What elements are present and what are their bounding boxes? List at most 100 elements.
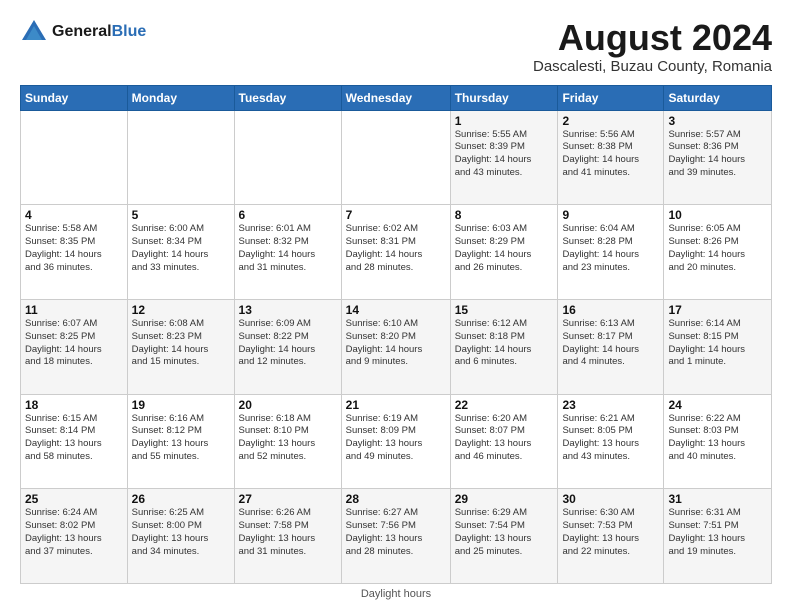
calendar-cell: 6Sunrise: 6:01 AM Sunset: 8:32 PM Daylig…: [234, 205, 341, 300]
day-number: 19: [132, 398, 230, 412]
day-info: Sunrise: 6:01 AM Sunset: 8:32 PM Dayligh…: [239, 223, 337, 274]
day-number: 20: [239, 398, 337, 412]
day-number: 9: [562, 208, 659, 222]
day-number: 1: [455, 114, 554, 128]
day-info: Sunrise: 6:08 AM Sunset: 8:23 PM Dayligh…: [132, 318, 230, 369]
day-number: 10: [668, 208, 767, 222]
day-number: 13: [239, 303, 337, 317]
day-info: Sunrise: 6:19 AM Sunset: 8:09 PM Dayligh…: [346, 413, 446, 464]
day-number: 26: [132, 492, 230, 506]
day-info: Sunrise: 6:25 AM Sunset: 8:00 PM Dayligh…: [132, 507, 230, 558]
calendar-cell: [341, 110, 450, 205]
weekday-header-row: SundayMondayTuesdayWednesdayThursdayFrid…: [21, 85, 772, 110]
calendar-cell: 27Sunrise: 6:26 AM Sunset: 7:58 PM Dayli…: [234, 489, 341, 584]
day-info: Sunrise: 5:56 AM Sunset: 8:38 PM Dayligh…: [562, 129, 659, 180]
week-row-4: 18Sunrise: 6:15 AM Sunset: 8:14 PM Dayli…: [21, 394, 772, 489]
day-number: 17: [668, 303, 767, 317]
calendar-cell: 24Sunrise: 6:22 AM Sunset: 8:03 PM Dayli…: [664, 394, 772, 489]
calendar-cell: 31Sunrise: 6:31 AM Sunset: 7:51 PM Dayli…: [664, 489, 772, 584]
day-info: Sunrise: 6:10 AM Sunset: 8:20 PM Dayligh…: [346, 318, 446, 369]
calendar-cell: 20Sunrise: 6:18 AM Sunset: 8:10 PM Dayli…: [234, 394, 341, 489]
day-number: 16: [562, 303, 659, 317]
title-section: August 2024 Dascalesti, Buzau County, Ro…: [533, 18, 772, 75]
day-info: Sunrise: 5:55 AM Sunset: 8:39 PM Dayligh…: [455, 129, 554, 180]
day-info: Sunrise: 5:57 AM Sunset: 8:36 PM Dayligh…: [668, 129, 767, 180]
calendar-table: SundayMondayTuesdayWednesdayThursdayFrid…: [20, 85, 772, 584]
calendar-cell: 25Sunrise: 6:24 AM Sunset: 8:02 PM Dayli…: [21, 489, 128, 584]
day-info: Sunrise: 6:12 AM Sunset: 8:18 PM Dayligh…: [455, 318, 554, 369]
day-number: 3: [668, 114, 767, 128]
day-info: Sunrise: 6:29 AM Sunset: 7:54 PM Dayligh…: [455, 507, 554, 558]
week-row-1: 1Sunrise: 5:55 AM Sunset: 8:39 PM Daylig…: [21, 110, 772, 205]
calendar-cell: 4Sunrise: 5:58 AM Sunset: 8:35 PM Daylig…: [21, 205, 128, 300]
logo: GeneralBlue: [20, 18, 146, 46]
day-info: Sunrise: 6:07 AM Sunset: 8:25 PM Dayligh…: [25, 318, 123, 369]
page: GeneralBlue August 2024 Dascalesti, Buza…: [0, 0, 792, 612]
calendar-cell: [234, 110, 341, 205]
calendar-cell: 16Sunrise: 6:13 AM Sunset: 8:17 PM Dayli…: [558, 299, 664, 394]
day-info: Sunrise: 6:30 AM Sunset: 7:53 PM Dayligh…: [562, 507, 659, 558]
day-info: Sunrise: 6:18 AM Sunset: 8:10 PM Dayligh…: [239, 413, 337, 464]
week-row-5: 25Sunrise: 6:24 AM Sunset: 8:02 PM Dayli…: [21, 489, 772, 584]
footer-note: Daylight hours: [20, 588, 772, 600]
day-info: Sunrise: 6:14 AM Sunset: 8:15 PM Dayligh…: [668, 318, 767, 369]
day-info: Sunrise: 6:04 AM Sunset: 8:28 PM Dayligh…: [562, 223, 659, 274]
day-info: Sunrise: 6:21 AM Sunset: 8:05 PM Dayligh…: [562, 413, 659, 464]
calendar-cell: 15Sunrise: 6:12 AM Sunset: 8:18 PM Dayli…: [450, 299, 558, 394]
day-number: 4: [25, 208, 123, 222]
day-number: 14: [346, 303, 446, 317]
calendar-cell: 5Sunrise: 6:00 AM Sunset: 8:34 PM Daylig…: [127, 205, 234, 300]
day-number: 18: [25, 398, 123, 412]
day-info: Sunrise: 5:58 AM Sunset: 8:35 PM Dayligh…: [25, 223, 123, 274]
day-number: 28: [346, 492, 446, 506]
day-info: Sunrise: 6:02 AM Sunset: 8:31 PM Dayligh…: [346, 223, 446, 274]
day-number: 15: [455, 303, 554, 317]
calendar-cell: [21, 110, 128, 205]
day-info: Sunrise: 6:00 AM Sunset: 8:34 PM Dayligh…: [132, 223, 230, 274]
day-number: 6: [239, 208, 337, 222]
day-number: 21: [346, 398, 446, 412]
calendar-cell: 2Sunrise: 5:56 AM Sunset: 8:38 PM Daylig…: [558, 110, 664, 205]
day-number: 23: [562, 398, 659, 412]
calendar-cell: 18Sunrise: 6:15 AM Sunset: 8:14 PM Dayli…: [21, 394, 128, 489]
weekday-thursday: Thursday: [450, 85, 558, 110]
day-info: Sunrise: 6:13 AM Sunset: 8:17 PM Dayligh…: [562, 318, 659, 369]
day-number: 12: [132, 303, 230, 317]
calendar-cell: 14Sunrise: 6:10 AM Sunset: 8:20 PM Dayli…: [341, 299, 450, 394]
day-info: Sunrise: 6:03 AM Sunset: 8:29 PM Dayligh…: [455, 223, 554, 274]
day-info: Sunrise: 6:22 AM Sunset: 8:03 PM Dayligh…: [668, 413, 767, 464]
day-info: Sunrise: 6:24 AM Sunset: 8:02 PM Dayligh…: [25, 507, 123, 558]
logo-blue: Blue: [112, 23, 147, 40]
calendar-cell: 17Sunrise: 6:14 AM Sunset: 8:15 PM Dayli…: [664, 299, 772, 394]
calendar-cell: 22Sunrise: 6:20 AM Sunset: 8:07 PM Dayli…: [450, 394, 558, 489]
calendar-cell: 13Sunrise: 6:09 AM Sunset: 8:22 PM Dayli…: [234, 299, 341, 394]
day-info: Sunrise: 6:05 AM Sunset: 8:26 PM Dayligh…: [668, 223, 767, 274]
day-info: Sunrise: 6:31 AM Sunset: 7:51 PM Dayligh…: [668, 507, 767, 558]
day-number: 29: [455, 492, 554, 506]
day-number: 7: [346, 208, 446, 222]
day-number: 22: [455, 398, 554, 412]
calendar-cell: 12Sunrise: 6:08 AM Sunset: 8:23 PM Dayli…: [127, 299, 234, 394]
day-info: Sunrise: 6:16 AM Sunset: 8:12 PM Dayligh…: [132, 413, 230, 464]
weekday-wednesday: Wednesday: [341, 85, 450, 110]
logo-text: GeneralBlue: [52, 23, 146, 41]
calendar-cell: 21Sunrise: 6:19 AM Sunset: 8:09 PM Dayli…: [341, 394, 450, 489]
top-section: GeneralBlue August 2024 Dascalesti, Buza…: [20, 18, 772, 75]
day-info: Sunrise: 6:26 AM Sunset: 7:58 PM Dayligh…: [239, 507, 337, 558]
day-number: 31: [668, 492, 767, 506]
weekday-saturday: Saturday: [664, 85, 772, 110]
daylight-label: Daylight hours: [361, 588, 431, 600]
calendar-cell: 19Sunrise: 6:16 AM Sunset: 8:12 PM Dayli…: [127, 394, 234, 489]
calendar-cell: 11Sunrise: 6:07 AM Sunset: 8:25 PM Dayli…: [21, 299, 128, 394]
calendar-cell: 8Sunrise: 6:03 AM Sunset: 8:29 PM Daylig…: [450, 205, 558, 300]
calendar-cell: 28Sunrise: 6:27 AM Sunset: 7:56 PM Dayli…: [341, 489, 450, 584]
day-info: Sunrise: 6:27 AM Sunset: 7:56 PM Dayligh…: [346, 507, 446, 558]
weekday-monday: Monday: [127, 85, 234, 110]
day-info: Sunrise: 6:20 AM Sunset: 8:07 PM Dayligh…: [455, 413, 554, 464]
calendar-cell: 10Sunrise: 6:05 AM Sunset: 8:26 PM Dayli…: [664, 205, 772, 300]
calendar-cell: 1Sunrise: 5:55 AM Sunset: 8:39 PM Daylig…: [450, 110, 558, 205]
calendar-cell: [127, 110, 234, 205]
day-info: Sunrise: 6:09 AM Sunset: 8:22 PM Dayligh…: [239, 318, 337, 369]
calendar-cell: 29Sunrise: 6:29 AM Sunset: 7:54 PM Dayli…: [450, 489, 558, 584]
day-number: 2: [562, 114, 659, 128]
